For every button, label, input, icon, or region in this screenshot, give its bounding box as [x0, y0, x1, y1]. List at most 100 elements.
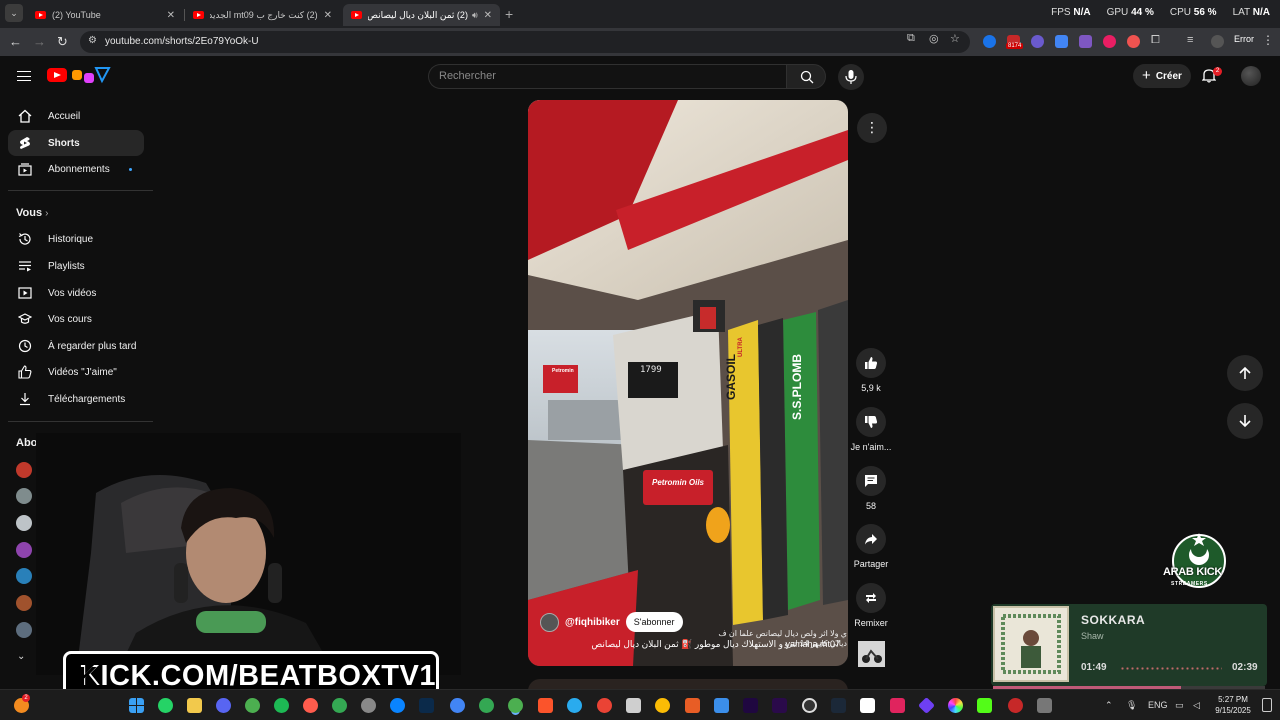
network-icon[interactable]: ▭	[1175, 700, 1184, 711]
comments-button[interactable]	[856, 466, 886, 496]
brave-icon[interactable]	[538, 698, 553, 713]
app-icon[interactable]	[890, 698, 905, 713]
sidebar-item-downloads[interactable]: Téléchargements	[8, 386, 144, 412]
chrome-icon[interactable]	[479, 698, 494, 713]
premiere-icon[interactable]	[772, 698, 787, 713]
create-button[interactable]: + Créer	[1133, 64, 1191, 88]
tab-youtube-home[interactable]: (2) YouTube ✕	[27, 4, 183, 26]
short-caption[interactable]: yamaha mt07 و الاستهلاك ديال موطور ⛽ ثمن…	[540, 638, 840, 650]
subscription-channel-avatar[interactable]	[16, 622, 32, 638]
close-tab-icon[interactable]: ✕	[167, 10, 175, 21]
profile-avatar-icon[interactable]	[1211, 35, 1224, 48]
kick-icon[interactable]	[977, 698, 992, 713]
account-avatar[interactable]	[1241, 66, 1261, 86]
volume-icon[interactable]: ◁︎	[1193, 700, 1200, 711]
extension-icon[interactable]	[1055, 35, 1068, 48]
file-explorer-icon[interactable]	[187, 698, 202, 713]
menu-icon[interactable]	[17, 71, 31, 81]
error-chip[interactable]: Error	[1234, 34, 1254, 44]
sidebar-item-liked-videos[interactable]: Vidéos "J'aime"	[8, 359, 144, 385]
channel-name[interactable]: @fiqhibiker	[565, 617, 620, 628]
voice-search-button[interactable]	[838, 64, 864, 90]
previous-short-button[interactable]	[1227, 355, 1263, 391]
chrome-icon[interactable]	[655, 698, 670, 713]
steam-icon[interactable]	[831, 698, 846, 713]
subscription-channel-avatar[interactable]	[16, 462, 32, 478]
address-bar[interactable]: ⚙︎ youtube.com/shorts/2Eo79YoOk-U	[80, 31, 970, 53]
app-icon[interactable]	[714, 698, 729, 713]
youtube-doodle-icon[interactable]	[71, 66, 113, 84]
telegram-icon[interactable]	[567, 698, 582, 713]
app-icon[interactable]	[303, 698, 318, 713]
app-icon[interactable]	[918, 697, 935, 714]
channel-avatar[interactable]	[540, 612, 559, 632]
app-icon[interactable]	[948, 698, 963, 713]
sidebar-item-history[interactable]: Historique	[8, 226, 144, 252]
new-tab-button[interactable]: +	[505, 6, 513, 22]
remix-button[interactable]	[856, 583, 886, 613]
tab-search-button[interactable]: ⌄	[5, 4, 23, 22]
you-section-header[interactable]: Vous ›	[16, 207, 48, 219]
edge-icon[interactable]	[390, 698, 405, 713]
share-button[interactable]	[856, 524, 886, 554]
obs-icon[interactable]	[802, 698, 817, 713]
subscribe-button[interactable]: S'abonner	[625, 612, 683, 632]
browser-menu-icon[interactable]: ⋮	[1262, 33, 1274, 47]
extension-icon[interactable]	[983, 35, 996, 48]
windows-start-icon[interactable]	[129, 698, 144, 713]
app-icon[interactable]	[685, 698, 700, 713]
cast-icon[interactable]: ⧉	[907, 32, 915, 45]
back-arrow-icon[interactable]: ←	[9, 34, 22, 49]
chrome-icon[interactable]	[245, 698, 260, 713]
tab-mt09-video[interactable]: (2) كنت خارج ب mt09 الجديدة، ش... ✕	[185, 4, 340, 26]
chrome-icon[interactable]	[450, 698, 465, 713]
reading-list-icon[interactable]: ≡	[1187, 34, 1193, 46]
app-icon[interactable]	[1037, 698, 1052, 713]
extension-icon[interactable]	[1079, 35, 1092, 48]
notifications-center-icon[interactable]	[1262, 698, 1272, 712]
spotify-icon[interactable]	[274, 698, 289, 713]
chrome-icon[interactable]	[597, 698, 612, 713]
tab-current-short[interactable]: (2) ثمن البلان ديال ليصانص ⛽ 🔊︎ ✕	[343, 4, 500, 26]
show-more-chevron-icon[interactable]: ⌄	[17, 651, 25, 662]
system-clock[interactable]: 5:27 PM 9/15/2025	[1210, 694, 1256, 716]
chrome-active-icon[interactable]	[508, 698, 523, 713]
reload-icon[interactable]: ↻	[57, 34, 68, 50]
subscription-channel-avatar[interactable]	[16, 515, 32, 531]
dislike-button[interactable]	[856, 407, 886, 437]
after-effects-icon[interactable]	[743, 698, 758, 713]
subscription-channel-avatar[interactable]	[16, 568, 32, 584]
bookmark-star-icon[interactable]: ☆	[950, 32, 960, 45]
app-icon[interactable]	[361, 698, 376, 713]
subscription-channel-avatar[interactable]	[16, 542, 32, 558]
search-button[interactable]	[786, 64, 826, 89]
more-options-button[interactable]: ⋮	[857, 113, 887, 143]
eye-off-icon[interactable]: ◎	[929, 32, 939, 45]
whatsapp-icon[interactable]	[158, 698, 173, 713]
sidebar-item-watch-later[interactable]: À regarder plus tard	[8, 333, 144, 359]
short-video-player[interactable]: 1799 Petromin Petromin Oils GASOIL ULTRA…	[528, 100, 848, 666]
app-icon[interactable]	[860, 698, 875, 713]
sidebar-item-subscriptions[interactable]: Abonnements	[8, 156, 144, 182]
close-tab-icon[interactable]: ✕	[484, 10, 492, 21]
forward-arrow-icon[interactable]: →	[33, 34, 46, 49]
sidebar-item-home[interactable]: Accueil	[8, 103, 144, 129]
site-info-icon[interactable]: ⚙︎	[88, 35, 97, 46]
photoshop-icon[interactable]	[419, 698, 434, 713]
puzzle-extensions-icon[interactable]: ⧠	[1151, 34, 1160, 47]
language-indicator[interactable]: ENG	[1148, 700, 1168, 710]
like-button[interactable]	[856, 348, 886, 378]
sound-thumbnail[interactable]	[858, 641, 885, 667]
close-tab-icon[interactable]: ✕	[324, 10, 332, 21]
youtube-logo-icon[interactable]	[47, 68, 67, 82]
sidebar-item-playlists[interactable]: Playlists	[8, 253, 144, 279]
sidebar-item-shorts[interactable]: Shorts	[8, 130, 144, 156]
extension-icon[interactable]	[1031, 35, 1044, 48]
search-input[interactable]	[439, 70, 769, 82]
chrome-icon[interactable]	[332, 698, 347, 713]
discord-icon[interactable]	[216, 698, 231, 713]
audio-playing-icon[interactable]: 🔊︎	[472, 10, 478, 21]
app-icon[interactable]	[1008, 698, 1023, 713]
sidebar-item-your-videos[interactable]: Vos vidéos	[8, 280, 144, 306]
show-hidden-icons-chevron-icon[interactable]: ⌃	[1105, 700, 1113, 711]
